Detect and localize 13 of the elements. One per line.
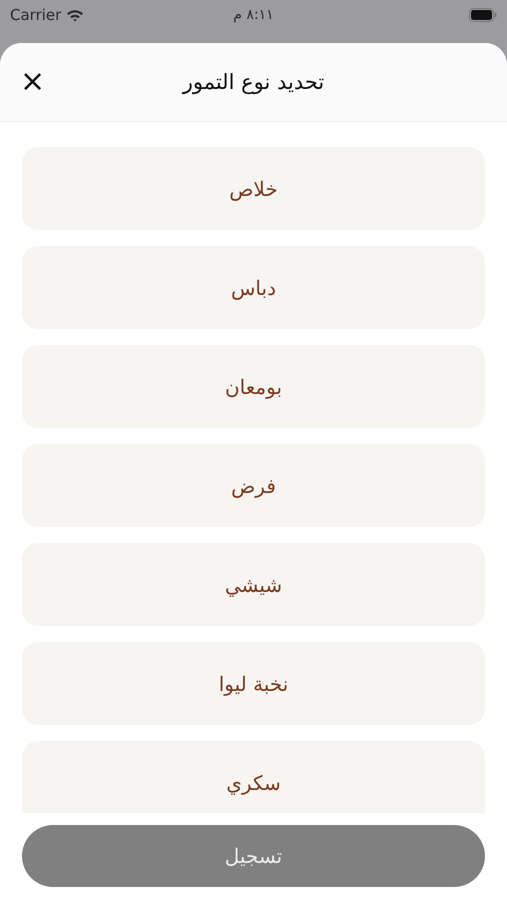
battery-icon — [469, 8, 497, 22]
close-button[interactable]: × — [16, 67, 50, 97]
wifi-icon — [66, 8, 84, 22]
sheet-title: تحديد نوع التمور — [182, 70, 324, 94]
date-type-option[interactable]: بومعان — [22, 345, 485, 428]
date-type-option[interactable]: فرض — [22, 444, 485, 527]
date-type-option[interactable]: نخبة ليوا — [22, 642, 485, 725]
date-type-option[interactable]: سكري — [22, 741, 485, 813]
carrier-label: Carrier — [10, 6, 84, 24]
date-type-option[interactable]: شيشي — [22, 543, 485, 626]
date-type-option[interactable]: خلاص — [22, 147, 485, 230]
date-type-option[interactable]: دباس — [22, 246, 485, 329]
status-time: ٨:١١ م — [233, 7, 274, 23]
